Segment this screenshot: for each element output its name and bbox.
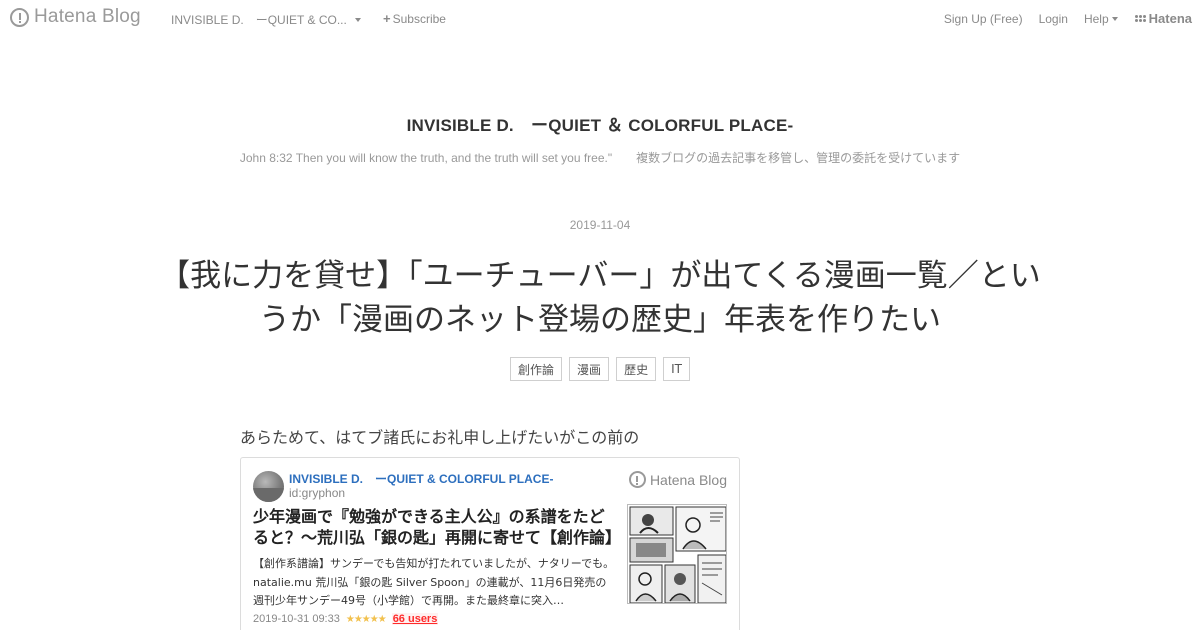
- embed-title[interactable]: 少年漫画で『勉強ができる主人公』の系譜をたどると？〜荒川弘「銀の匙」再開に寄せて…: [253, 506, 613, 546]
- caret-down-icon: [1111, 16, 1118, 21]
- global-header: Hatena Blog INVISIBLE D. ーQUIET & CO... …: [0, 0, 1200, 36]
- subscribe-label: Subscribe: [392, 11, 446, 26]
- category-tag[interactable]: 漫画: [569, 357, 610, 381]
- embed-meta: 2019-10-31 09:33 ★★★★★ 66 users: [253, 613, 443, 625]
- embed-blog-name[interactable]: INVISIBLE D. ーQUIET & COLORFUL PLACE-: [289, 470, 553, 487]
- entry-paragraph: あらためて、はてブ諸氏にお礼申し上げたいがこの前の: [240, 428, 640, 447]
- hatena-blog-logo[interactable]: Hatena Blog: [10, 6, 141, 28]
- help-menu[interactable]: Help: [1084, 12, 1118, 26]
- brand-name: Hatena Blog: [34, 6, 141, 27]
- help-label: Help: [1083, 11, 1109, 26]
- embed-hatena-blog-logo[interactable]: Hatena Blog: [628, 471, 727, 488]
- hatena-dots-icon: [1134, 15, 1146, 22]
- entry-title[interactable]: 【我に力を貸せ】「ユーチューバー」が出てくる漫画一覧／というか「漫画のネット登場…: [150, 254, 1050, 342]
- hatena-exclamation-icon: [628, 471, 646, 488]
- plus-icon: +: [383, 11, 391, 26]
- embed-user-id[interactable]: id:gryphon: [289, 486, 345, 500]
- login-link[interactable]: Login: [1039, 12, 1068, 26]
- hatena-label: Hatena: [1148, 11, 1192, 26]
- manga-thumbnail-image[interactable]: [627, 504, 727, 604]
- blog-switcher[interactable]: INVISIBLE D. ーQUIET & CO...: [171, 11, 361, 28]
- blog-embed-card[interactable]: INVISIBLE D. ーQUIET & COLORFUL PLACE- id…: [240, 457, 740, 630]
- blog-title[interactable]: INVISIBLE D. ーQUIET ＆ COLORFUL PLACE-: [0, 111, 1200, 136]
- hatena-logo[interactable]: Hatena: [1134, 11, 1192, 26]
- category-tag[interactable]: IT: [663, 357, 690, 381]
- entry-date[interactable]: 2019-11-04: [0, 218, 1200, 232]
- blog-switcher-label: INVISIBLE D. ーQUIET & CO...: [171, 13, 347, 27]
- category-tag[interactable]: 歴史: [616, 357, 657, 381]
- caret-down-icon: [354, 17, 361, 22]
- subscribe-button[interactable]: + Subscribe: [383, 11, 446, 26]
- embed-brand-name: Hatena Blog: [649, 471, 727, 488]
- category-tag[interactable]: 創作論: [510, 357, 563, 381]
- avatar[interactable]: [253, 471, 284, 502]
- star-rating-icon[interactable]: ★★★★★: [346, 614, 387, 625]
- entry-categories: 創作論 漫画 歴史 IT: [0, 357, 1200, 381]
- blog-description: John 8:32 Then you will know the truth, …: [239, 151, 961, 165]
- bookmark-users-count[interactable]: 66 users: [391, 613, 439, 625]
- hatena-exclamation-icon: [10, 7, 29, 27]
- global-nav: Sign Up (Free) Login Help Hatena: [928, 11, 1192, 26]
- signup-link[interactable]: Sign Up (Free): [944, 12, 1023, 26]
- embed-date: 2019-10-31 09:33: [253, 613, 340, 625]
